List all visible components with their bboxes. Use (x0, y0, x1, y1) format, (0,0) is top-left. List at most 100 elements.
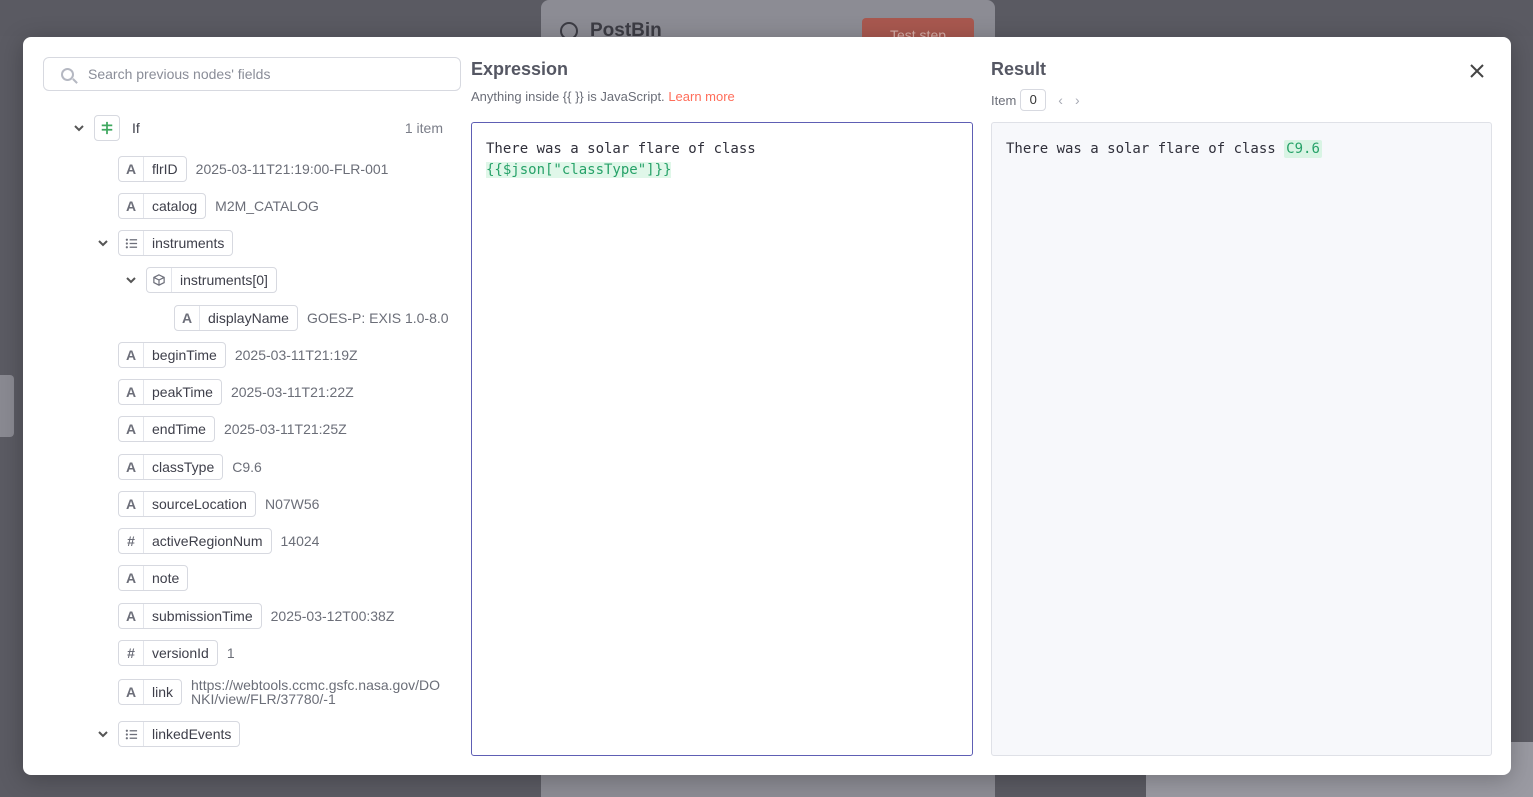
string-type-icon: A (175, 306, 200, 330)
string-type-icon: A (119, 380, 144, 404)
field-pill[interactable]: A displayName (174, 305, 298, 331)
field-pill[interactable]: A sourceLocation (118, 491, 256, 517)
item-label: Item (991, 92, 1017, 108)
background-side-tab (0, 375, 14, 437)
field-pill[interactable]: instruments (118, 230, 234, 256)
field-name: instruments[0] (180, 272, 268, 288)
string-type-icon: A (119, 157, 144, 181)
field-name: classType (152, 459, 215, 475)
tree-field-row[interactable]: linkedEvents (96, 720, 241, 748)
expression-code-highlight: {{$json["classType"]}} (486, 162, 672, 178)
field-name: endTime (152, 421, 206, 437)
tree-field-row[interactable]: A note (118, 564, 189, 592)
field-name: versionId (152, 645, 209, 661)
tree-field-row[interactable]: A link https://webtools.ccmc.gsfc.nasa.g… (118, 676, 441, 708)
list-type-icon (119, 231, 144, 255)
chevron-right-icon[interactable]: › (1075, 92, 1080, 108)
field-name: submissionTime (152, 608, 253, 624)
field-name: beginTime (152, 347, 217, 363)
field-pill[interactable]: A endTime (118, 416, 215, 442)
string-type-icon: A (119, 680, 144, 704)
result-title: Result (991, 59, 1047, 79)
field-name: instruments (152, 235, 225, 251)
input-fields-tree: If 1 item A flrID 2025-03-11T21:19:00-FL… (23, 37, 463, 775)
field-name: peakTime (152, 384, 213, 400)
field-pill[interactable]: A peakTime (118, 379, 222, 405)
chevron-left-icon[interactable]: ‹ (1058, 92, 1063, 108)
field-value: N07W56 (264, 496, 320, 512)
expression-title: Expression (471, 59, 569, 79)
tree-field-row[interactable]: A sourceLocation N07W56 (118, 490, 319, 518)
number-type-icon: # (119, 641, 144, 665)
field-name: activeRegionNum (152, 533, 263, 549)
tree-root-if[interactable]: If 1 item (72, 114, 443, 142)
field-name: linkedEvents (152, 726, 232, 742)
close-icon (1470, 64, 1484, 78)
if-node-icon (94, 115, 120, 141)
expression-hint: Anything inside {{ }} is JavaScript. (471, 89, 665, 104)
string-type-icon: A (119, 492, 144, 516)
field-name: catalog (152, 198, 198, 214)
field-pill[interactable]: A catalog (118, 193, 207, 219)
field-value: 2025-03-11T21:19Z (234, 347, 358, 363)
field-pill[interactable]: # activeRegionNum (118, 528, 272, 554)
result-text: There was a solar flare of class (1006, 141, 1276, 157)
field-name: note (152, 570, 180, 586)
field-pill[interactable]: A flrID (118, 156, 187, 182)
field-pill[interactable]: A classType (118, 454, 224, 480)
tree-field-row[interactable]: A catalog M2M_CATALOG (118, 192, 319, 220)
list-type-icon (119, 722, 144, 746)
field-value: GOES-P: EXIS 1.0-8.0 (306, 310, 449, 326)
field-pill[interactable]: A submissionTime (118, 603, 262, 629)
tree-root-label: If (132, 120, 140, 136)
expression-editor[interactable]: There was a solar flare of class {{$json… (471, 122, 973, 756)
tree-field-row[interactable]: A peakTime 2025-03-11T21:22Z (118, 378, 354, 406)
tree-field-row[interactable]: A classType C9.6 (118, 453, 262, 481)
search-box[interactable] (43, 57, 461, 91)
expression-text-line: There was a solar flare of class (486, 141, 756, 157)
number-type-icon: # (119, 529, 144, 553)
tree-field-row[interactable]: # activeRegionNum 14024 (118, 527, 319, 555)
tree-field-row[interactable]: # versionId 1 (118, 639, 235, 667)
chevron-down-icon[interactable] (124, 273, 138, 287)
string-type-icon: A (119, 566, 144, 590)
learn-more-link[interactable]: Learn more (668, 89, 734, 104)
chevron-down-icon[interactable] (96, 727, 110, 741)
field-pill[interactable]: instruments[0] (146, 267, 277, 293)
field-pill[interactable]: # versionId (118, 640, 218, 666)
item-index-input[interactable]: 0 (1020, 89, 1047, 111)
field-value: 2025-03-11T21:25Z (223, 421, 347, 437)
field-pill[interactable]: A link (118, 679, 183, 705)
string-type-icon: A (119, 604, 144, 628)
result-item-selector: Item 0 ‹ › (991, 89, 1080, 111)
field-name: link (152, 684, 174, 700)
tree-field-row[interactable]: A endTime 2025-03-11T21:25Z (118, 415, 347, 443)
result-value-highlight: C9.6 (1284, 140, 1322, 158)
tree-field-row[interactable]: A beginTime 2025-03-11T21:19Z (118, 341, 358, 369)
search-input[interactable] (86, 65, 450, 83)
field-value: 14024 (280, 533, 320, 549)
result-output: There was a solar flare of class C9.6 (991, 122, 1492, 756)
field-value: https://webtools.ccmc.gsfc.nasa.gov/DONK… (191, 677, 441, 707)
tree-field-row[interactable]: instruments[0] (124, 266, 277, 294)
object-type-icon (147, 268, 172, 292)
field-pill[interactable]: A beginTime (118, 342, 226, 368)
field-value: 1 (226, 645, 235, 661)
close-button[interactable] (1467, 61, 1487, 81)
background-bottom-left (0, 772, 541, 797)
chevron-down-icon[interactable] (72, 121, 86, 135)
tree-field-row[interactable]: A displayName GOES-P: EXIS 1.0-8.0 (174, 304, 449, 332)
field-pill[interactable]: A note (118, 565, 189, 591)
field-value: 2025-03-11T21:22Z (230, 384, 354, 400)
background-bottom-card (541, 772, 995, 797)
expression-editor-modal: If 1 item A flrID 2025-03-11T21:19:00-FL… (23, 37, 1511, 775)
tree-field-row[interactable]: instruments (96, 229, 234, 257)
chevron-down-icon[interactable] (96, 236, 110, 250)
tree-field-row[interactable]: A submissionTime 2025-03-12T00:38Z (118, 602, 394, 630)
field-name: displayName (208, 310, 289, 326)
string-type-icon: A (119, 343, 144, 367)
field-name: sourceLocation (152, 496, 247, 512)
expression-subtitle: Anything inside {{ }} is JavaScript. Lea… (471, 89, 735, 104)
field-pill[interactable]: linkedEvents (118, 721, 241, 747)
tree-field-row[interactable]: A flrID 2025-03-11T21:19:00-FLR-001 (118, 155, 388, 183)
